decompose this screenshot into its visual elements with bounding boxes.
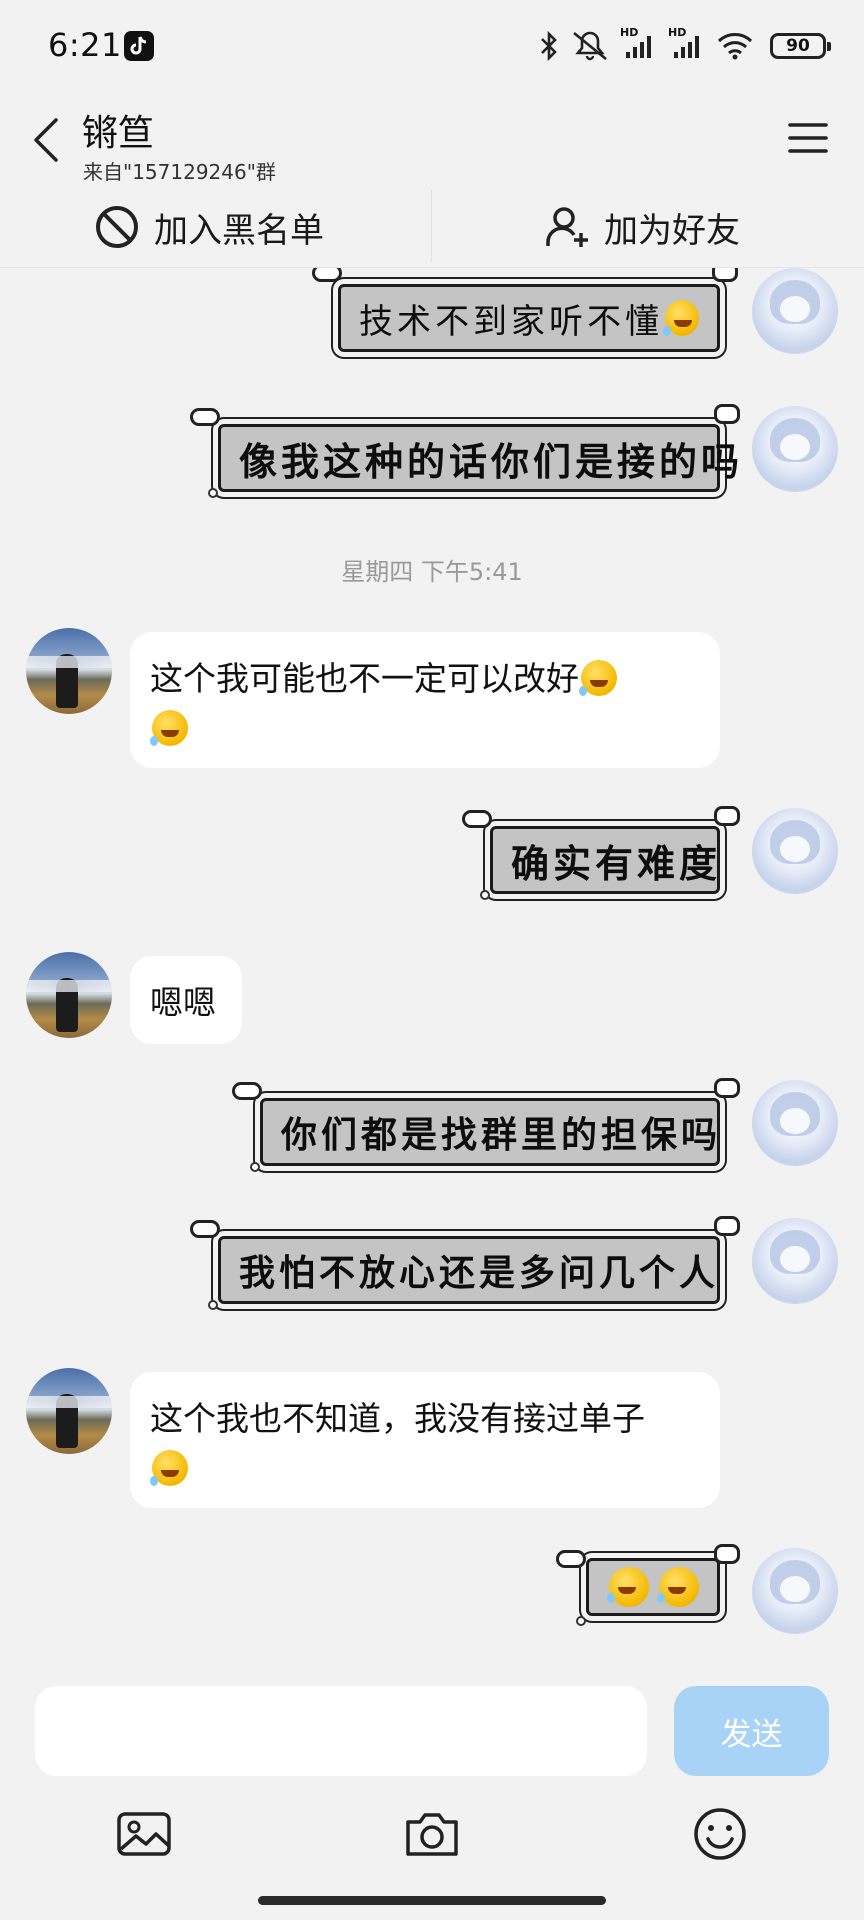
- avatar[interactable]: [26, 952, 112, 1038]
- timestamp: 星期四 下午5:41: [341, 558, 523, 586]
- blacklist-label: 加入黑名单: [154, 210, 324, 251]
- chat-header: 锵笪 来自"157129246"群: [0, 94, 864, 186]
- add-person-icon: [546, 207, 588, 247]
- facepalm-emoji-icon: [579, 660, 617, 696]
- sticker-decoration: [714, 1078, 740, 1098]
- message-text: 嗯嗯: [150, 983, 216, 1022]
- chat-subtitle: 来自"157129246"群: [83, 160, 276, 184]
- sticker-message[interactable]: 确实有难度: [490, 826, 720, 894]
- sticker-decoration: [714, 1544, 740, 1564]
- sticker-message[interactable]: 我怕不放心还是多问几个人: [218, 1236, 720, 1304]
- mute-icon: [573, 31, 607, 61]
- camera-icon[interactable]: [402, 1804, 462, 1864]
- facepalm-emoji-icon: [663, 300, 699, 336]
- chat-area[interactable]: 技术不到家听不懂 像我这种的话你们是接的吗 星期四 下午5:41 这个我可能也不…: [0, 268, 864, 1670]
- message-bubble[interactable]: 嗯嗯: [130, 956, 242, 1044]
- back-arrow-icon[interactable]: [26, 112, 66, 168]
- sticker-decoration: [312, 268, 342, 282]
- battery-indicator: 90: [770, 33, 831, 59]
- sticker-decoration: [480, 890, 490, 900]
- facepalm-emoji-icon: [607, 1567, 649, 1607]
- action-divider: [431, 190, 432, 262]
- sticker-decoration: [232, 1082, 262, 1100]
- sticker-text: 技术不到家听不懂: [359, 301, 663, 342]
- sticker-decoration: [208, 1300, 218, 1310]
- sticker-text: 你们都是找群里的担保吗: [281, 1114, 722, 1156]
- message-text: 这个我可能也不一定可以改好: [150, 659, 579, 698]
- status-icons: HD HD 90: [538, 26, 831, 64]
- signal-1-icon: HD: [620, 26, 658, 62]
- sticker-decoration: [190, 1220, 220, 1238]
- sticker-decoration: [714, 404, 740, 424]
- avatar[interactable]: [752, 1548, 838, 1634]
- facepalm-emoji-icon: [150, 710, 188, 746]
- sticker-decoration: [714, 806, 740, 826]
- message-bubble[interactable]: 这个我可能也不一定可以改好: [130, 632, 720, 768]
- sticker-decoration: [208, 488, 218, 498]
- facepalm-emoji-icon: [657, 1567, 699, 1607]
- sticker-decoration: [712, 268, 738, 282]
- avatar[interactable]: [26, 628, 112, 714]
- avatar[interactable]: [752, 406, 838, 492]
- blacklist-button[interactable]: 加入黑名单: [94, 186, 324, 268]
- sticker-text: 我怕不放心还是多问几个人: [239, 1252, 720, 1294]
- message-text: 这个我也不知道，我没有接过单子: [150, 1399, 645, 1438]
- emoji-icon[interactable]: [690, 1804, 750, 1864]
- bluetooth-icon: [541, 30, 557, 62]
- wifi-icon: [717, 33, 753, 60]
- message-input[interactable]: [35, 1686, 647, 1776]
- avatar[interactable]: [752, 1218, 838, 1304]
- send-button[interactable]: 发送: [674, 1686, 829, 1776]
- block-icon: [96, 206, 138, 248]
- sticker-decoration: [576, 1616, 586, 1626]
- sticker-message[interactable]: 像我这种的话你们是接的吗: [218, 424, 739, 492]
- tiktok-icon: [124, 31, 154, 61]
- status-bar: 6:21 HD HD 90: [0, 0, 864, 94]
- add-friend-label: 加为好友: [604, 210, 740, 251]
- sticker-decoration: [556, 1550, 586, 1568]
- sticker-decoration: [190, 408, 220, 426]
- sticker-text: 确实有难度: [511, 840, 722, 886]
- image-icon[interactable]: [114, 1804, 174, 1864]
- sticker-decoration: [250, 1162, 260, 1172]
- message-bubble[interactable]: 这个我也不知道，我没有接过单子: [130, 1372, 720, 1508]
- avatar[interactable]: [752, 808, 838, 894]
- sticker-decoration: [714, 1216, 740, 1236]
- message-composer: 发送: [0, 1670, 864, 1920]
- status-time: 6:21: [48, 26, 122, 64]
- facepalm-emoji-icon: [150, 1450, 188, 1486]
- avatar[interactable]: [752, 268, 838, 354]
- chat-title: 锵笪: [82, 112, 155, 153]
- battery-level: 90: [786, 36, 810, 56]
- signal-2-icon: HD: [668, 26, 706, 62]
- sticker-text: 像我这种的话你们是接的吗: [239, 438, 744, 484]
- home-indicator[interactable]: [258, 1896, 606, 1905]
- sticker-message[interactable]: [586, 1558, 720, 1616]
- add-friend-button[interactable]: 加为好友: [544, 186, 740, 268]
- sticker-decoration: [462, 810, 492, 828]
- menu-icon[interactable]: [788, 120, 828, 156]
- action-row: 加入黑名单 加为好友: [0, 186, 864, 268]
- sticker-message[interactable]: 你们都是找群里的担保吗: [260, 1098, 720, 1166]
- avatar[interactable]: [26, 1368, 112, 1454]
- sticker-message[interactable]: 技术不到家听不懂: [338, 284, 720, 352]
- avatar[interactable]: [752, 1080, 838, 1166]
